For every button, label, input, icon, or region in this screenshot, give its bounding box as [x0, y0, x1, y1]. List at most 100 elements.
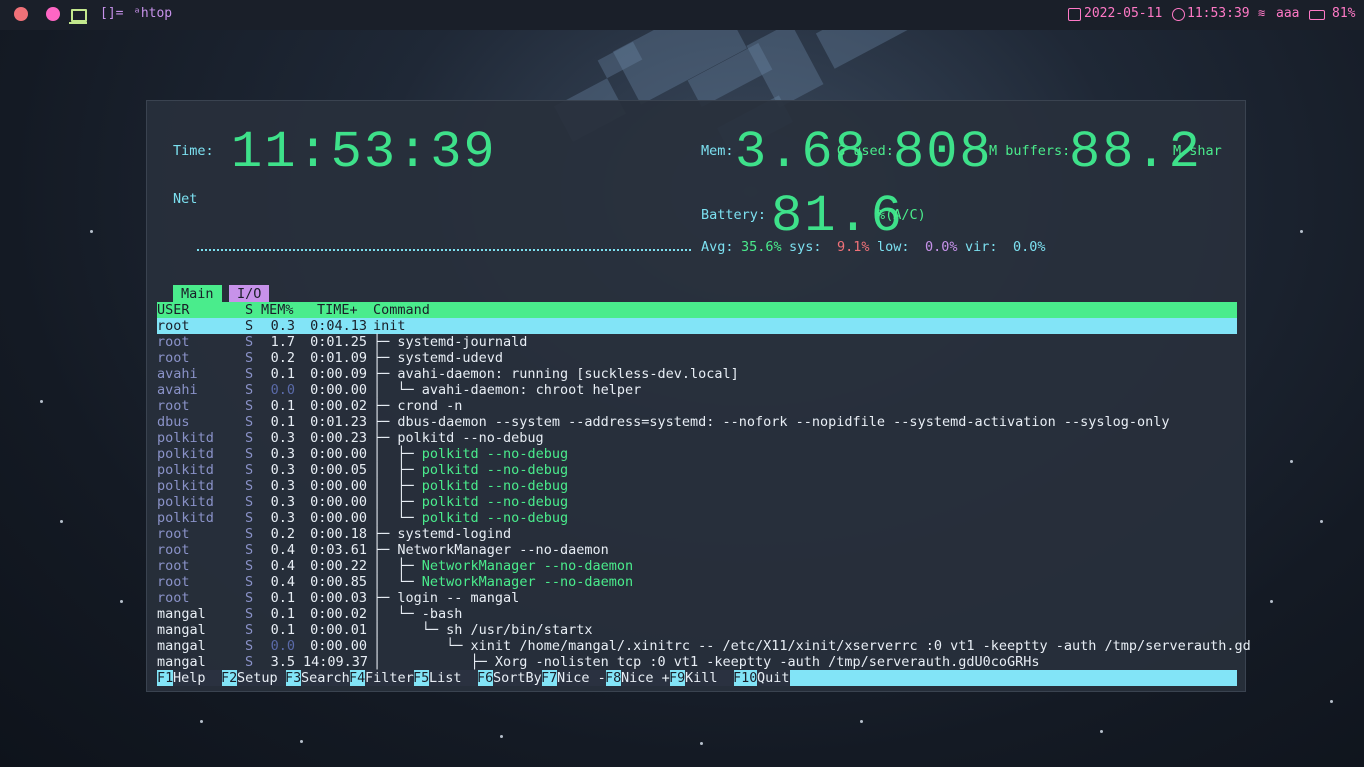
command-text: polkitd --no-debug	[421, 510, 569, 526]
star-dot	[700, 742, 703, 745]
row-command: │ └─ xinit /home/mangal/.xinitrc -- /etc…	[373, 638, 1251, 654]
fkey-filter-button[interactable]: Filter	[365, 670, 414, 686]
row-command: │ ├─ polkitd --no-debug	[373, 462, 568, 478]
laptop-icon[interactable]	[71, 9, 87, 22]
process-row[interactable]: dbus S 0.1 0:01.23 ├─ dbus-daemon --system -…	[157, 414, 1237, 430]
row-command: │ ├─ Xorg -nolisten tcp :0 vt1 -keeptty …	[373, 654, 1039, 670]
wifi-ssid: aaa	[1276, 6, 1300, 21]
fkey-kill-button[interactable]: Kill	[685, 670, 734, 686]
star-dot	[1290, 460, 1293, 463]
fkey-number: F1	[157, 670, 174, 686]
star-dot	[1330, 700, 1333, 703]
status-bar: []= ᵃhtop 2022-05-11 11:53:39 ≋ aaa 81%	[0, 0, 1364, 30]
time-big-clock: 11:53:39	[231, 123, 497, 182]
process-row[interactable]: root S 0.2 0:00.18 ├─ systemd-logind	[157, 526, 1237, 542]
row-command: ├─ polkitd --no-debug	[373, 430, 544, 446]
row-mem: 0.0	[270, 638, 295, 654]
process-row[interactable]: mangal S 3.5 14:09.37 │ ├─ Xorg -nolisten tc…	[157, 654, 1237, 670]
row-state: S	[245, 574, 254, 590]
fkey-setup-button[interactable]: Setup	[237, 670, 286, 686]
date-text: 2022-05-11	[1084, 6, 1163, 21]
process-row[interactable]: root S 0.4 0:03.61 ├─ NetworkManager --no-da…	[157, 542, 1237, 558]
process-row[interactable]: root S 0.2 0:01.09 ├─ systemd-udevd	[157, 350, 1237, 366]
fkey-nice-button[interactable]: Nice +	[621, 670, 670, 686]
tree-branch: ├─	[373, 542, 398, 558]
tab-io[interactable]: I/O	[229, 285, 270, 303]
command-text: polkitd --no-debug	[421, 446, 569, 462]
process-row[interactable]: polkitd S 0.3 0:00.00 │ ├─ polkitd --no-debu…	[157, 494, 1237, 510]
row-state: S	[245, 382, 254, 398]
row-state: S	[245, 446, 254, 462]
process-row[interactable]: mangal S 0.0 0:00.00 │ └─ xinit /home/mangal…	[157, 638, 1251, 654]
fkey-quit-button[interactable]: Quit	[757, 670, 790, 686]
row-time: 0:00.23	[310, 430, 367, 446]
row-user: avahi	[157, 366, 198, 382]
htop-terminal[interactable]: Time: 11:53:39 Net Mem: 3.68 G used: 808…	[146, 100, 1251, 692]
row-mem: 0.2	[270, 350, 295, 366]
process-row[interactable]: polkitd S 0.3 0:00.00 │ ├─ polkitd --no-debu…	[157, 446, 1237, 462]
fkey-list-button[interactable]: List	[429, 670, 478, 686]
row-state: S	[245, 606, 254, 622]
row-time: 0:00.22	[310, 558, 367, 574]
process-row[interactable]: mangal S 0.1 0:00.02 │ └─ -bash	[157, 606, 1237, 622]
row-state: S	[245, 622, 254, 638]
row-command: │ └─ avahi-daemon: chroot helper	[373, 382, 641, 398]
process-row[interactable]: polkitd S 0.3 0:00.05 │ ├─ polkitd --no-debu…	[157, 462, 1237, 478]
row-command: ├─ crond -n	[373, 398, 462, 414]
battery-text: 81%	[1332, 6, 1356, 21]
row-time: 0:00.00	[310, 478, 367, 494]
fkey-nice-button[interactable]: Nice -	[557, 670, 606, 686]
firefox-icon[interactable]	[14, 7, 28, 21]
row-mem: 0.1	[270, 606, 295, 622]
row-state: S	[245, 334, 254, 350]
fkey-search-button[interactable]: Search	[301, 670, 350, 686]
tree-branch: │ ├─	[373, 462, 422, 478]
row-mem: 0.4	[270, 558, 295, 574]
window-title: ᵃhtop	[133, 6, 173, 21]
row-mem: 0.1	[270, 622, 295, 638]
process-row[interactable]: polkitd S 0.3 0:00.23 ├─ polkitd --no-debug	[157, 430, 1237, 446]
fkey-help-button[interactable]: Help	[173, 670, 222, 686]
vir-label: vir:	[965, 239, 998, 255]
messenger-icon[interactable]	[46, 7, 60, 21]
layout-indicator[interactable]: []=	[100, 6, 123, 21]
wifi-icon: ≋	[1258, 6, 1266, 20]
col-time[interactable]: TIME+	[317, 302, 358, 318]
fkey-sortby-button[interactable]: SortBy	[493, 670, 542, 686]
row-state: S	[245, 478, 254, 494]
row-command: │ └─ NetworkManager --no-daemon	[373, 574, 633, 590]
calendar-icon	[1068, 8, 1081, 21]
row-command: │ ├─ NetworkManager --no-daemon	[373, 558, 633, 574]
col-mem[interactable]: MEM%	[261, 302, 294, 318]
col-state[interactable]: S	[245, 302, 253, 318]
process-row[interactable]: root S 1.7 0:01.25 ├─ systemd-journald	[157, 334, 1237, 350]
process-row[interactable]: polkitd S 0.3 0:00.00 │ └─ polkitd --no-debu…	[157, 510, 1237, 526]
row-user: polkitd	[157, 430, 214, 446]
process-row[interactable]: root S 0.1 0:00.02 ├─ crond -n	[157, 398, 1237, 414]
col-user[interactable]: USER	[157, 302, 237, 318]
process-row[interactable]: root S 0.4 0:00.85 │ └─ NetworkManager --no-…	[157, 574, 1237, 590]
tab-main[interactable]: Main	[173, 285, 222, 303]
process-row[interactable]: avahi S 0.0 0:00.00 │ └─ avahi-daemon: chroo…	[157, 382, 1237, 398]
row-user: polkitd	[157, 510, 214, 526]
command-text: avahi-daemon: running [suckless-dev.loca…	[397, 366, 739, 382]
tree-branch: │ └─	[373, 622, 447, 638]
row-mem: 0.2	[270, 526, 295, 542]
process-row[interactable]: mangal S 0.1 0:00.01 │ └─ sh /usr/bin/startx	[157, 622, 1237, 638]
row-time: 0:00.00	[310, 510, 367, 526]
row-mem: 0.1	[270, 366, 295, 382]
row-state: S	[245, 526, 254, 542]
process-row[interactable]: root S 0.1 0:00.03 ├─ login -- mangal	[157, 590, 1237, 606]
row-time: 0:04.13	[310, 318, 367, 334]
selected-process-row[interactable]: root S 0.3 0:04.13 init	[157, 318, 1237, 334]
row-command: ├─ NetworkManager --no-daemon	[373, 542, 609, 558]
process-row[interactable]: root S 0.4 0:00.22 │ ├─ NetworkManager --no-…	[157, 558, 1237, 574]
battery-icon	[1309, 10, 1325, 20]
row-state: S	[245, 462, 254, 478]
process-row[interactable]: avahi S 0.1 0:00.09 ├─ avahi-daemon: running…	[157, 366, 1237, 382]
row-state: S	[245, 558, 254, 574]
process-row[interactable]: polkitd S 0.3 0:00.00 │ ├─ polkitd --no-debu…	[157, 478, 1237, 494]
star-dot	[90, 230, 93, 233]
col-command[interactable]: Command	[373, 302, 430, 318]
row-mem: 0.3	[270, 462, 295, 478]
